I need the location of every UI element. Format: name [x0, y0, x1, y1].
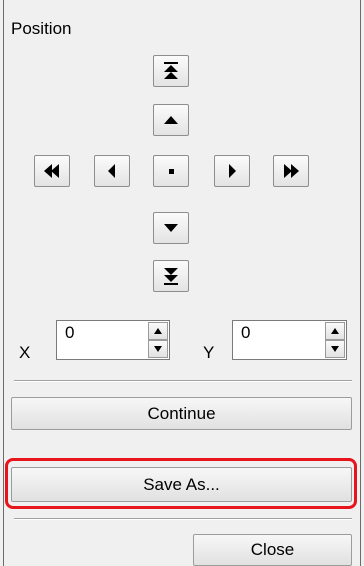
y-increment-button[interactable] [325, 322, 345, 340]
center-button[interactable] [153, 155, 189, 187]
move-up-button[interactable] [153, 104, 189, 136]
y-decrement-button[interactable] [325, 340, 345, 358]
x-label: X [19, 343, 31, 362]
double-arrow-right-icon [284, 164, 299, 178]
y-spin-buttons [325, 322, 345, 358]
move-left-button[interactable] [94, 155, 130, 187]
separator [14, 518, 352, 520]
move-far-left-button[interactable] [34, 155, 70, 187]
y-label: Y [203, 343, 215, 362]
double-arrow-up-icon [164, 62, 178, 79]
arrow-down-icon [164, 224, 178, 232]
move-bottom-button[interactable] [153, 260, 189, 292]
y-input[interactable] [233, 321, 319, 359]
x-spinbox [56, 320, 170, 360]
x-increment-button[interactable] [148, 322, 168, 340]
x-spin-buttons [148, 322, 168, 358]
separator [14, 380, 352, 382]
arrow-up-icon [164, 116, 178, 124]
spin-up-icon [154, 328, 162, 334]
y-spinbox [232, 320, 347, 360]
center-dot-icon [169, 169, 174, 174]
x-decrement-button[interactable] [148, 340, 168, 358]
x-input[interactable] [57, 321, 143, 359]
move-right-button[interactable] [214, 155, 250, 187]
spin-down-icon [154, 346, 162, 352]
move-down-button[interactable] [153, 212, 189, 244]
arrow-left-icon [108, 164, 115, 178]
arrow-right-icon [229, 164, 236, 178]
panel-title: Position [11, 19, 72, 38]
continue-button[interactable]: Continue [11, 397, 352, 430]
save-as-button[interactable]: Save As... [11, 467, 352, 502]
close-button[interactable]: Close [193, 534, 352, 566]
position-panel: Position X 0 Y 0 Continue Save As... Clo… [0, 0, 364, 566]
move-top-button[interactable] [153, 55, 189, 87]
spin-down-icon [331, 346, 339, 352]
double-arrow-left-icon [44, 164, 59, 178]
spin-up-icon [331, 328, 339, 334]
move-far-right-button[interactable] [273, 155, 309, 187]
double-arrow-down-icon [164, 268, 178, 285]
